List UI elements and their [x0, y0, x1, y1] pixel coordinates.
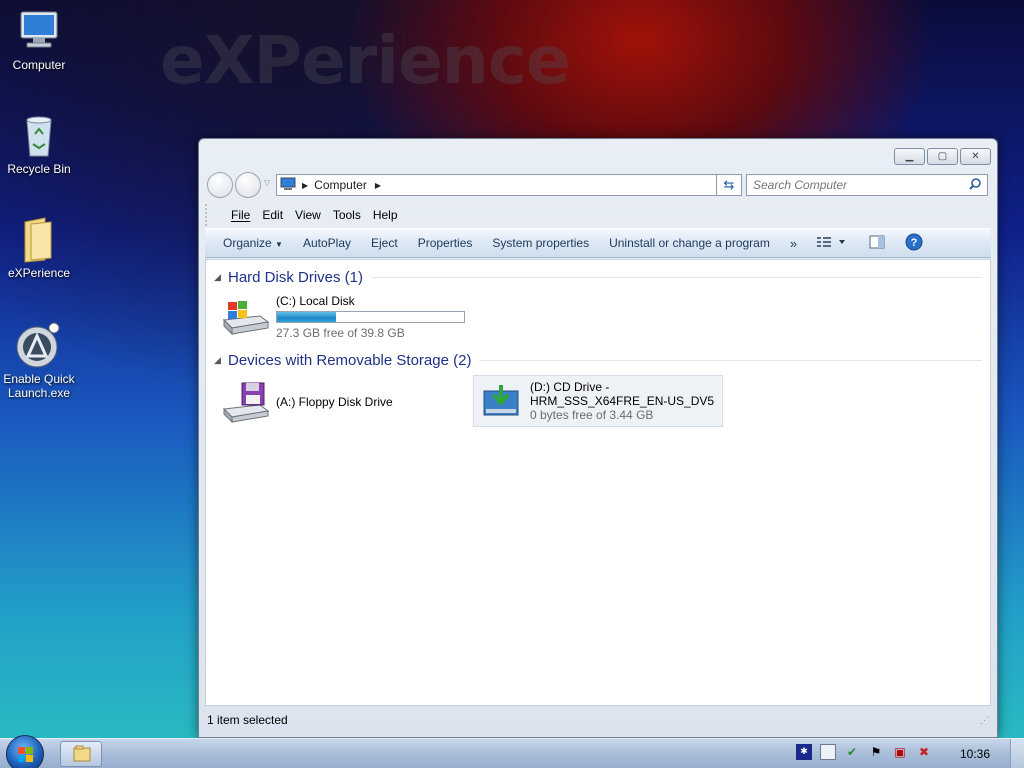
drive-name-line2: HRM_SSS_X64FRE_EN-US_DV5 [530, 394, 715, 408]
group-hard-disk-drives[interactable]: ◢ Hard Disk Drives (1) [214, 267, 982, 287]
maximize-button[interactable]: ▢ [927, 148, 958, 165]
desktop-icon-experience-folder[interactable]: eXPerience [0, 216, 78, 280]
breadcrumb-arrow-icon[interactable]: ▶ [302, 181, 308, 190]
menu-edit[interactable]: Edit [256, 206, 289, 224]
drive-d-cd[interactable]: (D:) CD Drive - HRM_SSS_X64FRE_EN-US_DV5… [473, 375, 723, 427]
drive-c-local-disk[interactable]: (C:) Local Disk 27.3 GB free of 39.8 GB [220, 294, 465, 340]
taskbar-explorer-button[interactable] [60, 741, 102, 767]
forward-button[interactable] [235, 172, 261, 198]
desktop-icon-label: Enable Quick Launch.exe [3, 372, 75, 400]
drive-free-space: 0 bytes free of 3.44 GB [530, 408, 654, 422]
language-flag-icon[interactable]: ✱ [796, 744, 812, 760]
explorer-folder-icon [73, 745, 91, 762]
organize-dropdown-icon: ▼ [275, 240, 283, 249]
group-removable-storage[interactable]: ◢ Devices with Removable Storage (2) [214, 350, 982, 370]
clock[interactable]: 10:36 [948, 739, 1002, 768]
taskbar: ✱ ✔ ⚑ ▣ ✖ 10:36 [0, 735, 1024, 768]
autoplay-button[interactable]: AutoPlay [297, 236, 365, 250]
search-input[interactable] [747, 178, 957, 192]
organize-button[interactable]: Organize ▼ [217, 236, 297, 250]
collapse-triangle-icon[interactable]: ◢ [214, 272, 228, 283]
desktop-icon-recycle-bin[interactable]: Recycle Bin [0, 112, 78, 176]
computer-small-icon [280, 177, 296, 194]
refresh-icon: ⇆ [723, 177, 735, 193]
quick-launch-icon [15, 322, 63, 370]
minimize-button[interactable]: ▁ [894, 148, 925, 165]
hard-disk-icon [220, 296, 270, 339]
breadcrumb-arrow-icon[interactable]: ▶ [375, 181, 381, 190]
start-button[interactable] [6, 735, 44, 768]
computer-icon [15, 8, 63, 56]
recent-pages-chevron-icon[interactable]: ▽ [264, 178, 270, 187]
status-text: 1 item selected [207, 713, 288, 727]
svg-text:?: ? [911, 237, 918, 249]
more-commands-button[interactable]: » [784, 236, 811, 251]
menu-help[interactable]: Help [367, 206, 404, 224]
volume-muted-icon[interactable]: ✖ [916, 744, 932, 760]
views-button[interactable] [817, 236, 847, 251]
search-icon[interactable] [969, 177, 981, 193]
drive-a-floppy[interactable]: (A:) Floppy Disk Drive [220, 377, 393, 427]
folder-icon [15, 216, 63, 264]
wallpaper-text: eXPerience [160, 22, 571, 99]
refresh-button[interactable]: ⇆ [716, 174, 742, 196]
preview-pane-icon[interactable] [869, 235, 885, 252]
minimize-icon: ▁ [905, 151, 914, 162]
floppy-drive-icon [220, 379, 270, 426]
desktop-icon-label: Computer [12, 58, 66, 72]
network-icon[interactable]: ▣ [892, 744, 908, 760]
windows-logo-icon [18, 747, 33, 762]
system-properties-button[interactable]: System properties [486, 236, 603, 250]
drive-usage-bar [276, 311, 465, 323]
help-icon[interactable]: ? [905, 233, 923, 254]
address-bar[interactable]: ▶ Computer ▶ ▼ [276, 174, 740, 196]
navigation-row: ▽ ▶ Computer ▶ ▼ ⇆ [207, 172, 989, 198]
eject-button[interactable]: Eject [365, 236, 412, 250]
drive-free-space: 27.3 GB free of 39.8 GB [276, 326, 405, 340]
group-title: Hard Disk Drives (1) [228, 268, 364, 286]
group-divider [371, 276, 982, 278]
resize-grip-icon[interactable]: ⋰ [980, 715, 989, 726]
status-bar: 1 item selected ⋰ [205, 708, 991, 732]
maximize-icon: ▢ [937, 151, 948, 162]
drive-name-line1: (D:) CD Drive - [530, 380, 610, 394]
desktop-icon-label: eXPerience [7, 266, 71, 280]
group-divider [479, 359, 982, 361]
desktop-icon-computer[interactable]: Computer [0, 8, 78, 72]
menu-file[interactable]: File [225, 206, 256, 224]
recycle-bin-icon [15, 112, 63, 160]
cd-drive-icon [482, 383, 520, 420]
show-desktop-button[interactable] [1010, 739, 1024, 768]
security-shield-icon[interactable]: ✔ [844, 744, 860, 760]
group-title: Devices with Removable Storage (2) [228, 351, 472, 369]
menu-view[interactable]: View [289, 206, 327, 224]
desktop-icon-enable-quick-launch[interactable]: Enable Quick Launch.exe [0, 322, 78, 400]
close-button[interactable]: ✕ [960, 148, 991, 165]
search-box [746, 174, 988, 196]
uninstall-program-button[interactable]: Uninstall or change a program [603, 236, 784, 250]
document-icon[interactable] [820, 744, 836, 760]
breadcrumb-computer[interactable]: Computer [314, 178, 367, 192]
menu-tools[interactable]: Tools [327, 206, 367, 224]
file-list-area: ◢ Hard Disk Drives (1) (C:) Local Disk 2… [205, 259, 991, 706]
menu-bar: File Edit View Tools Help [205, 204, 991, 226]
command-bar: Organize ▼ AutoPlay Eject Properties Sys… [205, 228, 991, 258]
properties-button[interactable]: Properties [412, 236, 487, 250]
back-button[interactable] [207, 172, 233, 198]
caption-buttons: ▁ ▢ ✕ [894, 148, 991, 165]
action-center-flag-icon[interactable]: ⚑ [868, 744, 884, 760]
drive-name: (A:) Floppy Disk Drive [276, 395, 393, 409]
collapse-triangle-icon[interactable]: ◢ [214, 355, 228, 366]
system-tray: ✱ ✔ ⚑ ▣ ✖ [796, 744, 932, 760]
explorer-window: ▁ ▢ ✕ ▽ ▶ Computer ▶ ▼ ⇆ File Edit Vie [198, 138, 998, 738]
drive-usage-fill [277, 312, 336, 322]
close-icon: ✕ [971, 151, 980, 162]
drive-name: (C:) Local Disk [276, 294, 355, 308]
desktop-icon-label: Recycle Bin [7, 162, 71, 176]
